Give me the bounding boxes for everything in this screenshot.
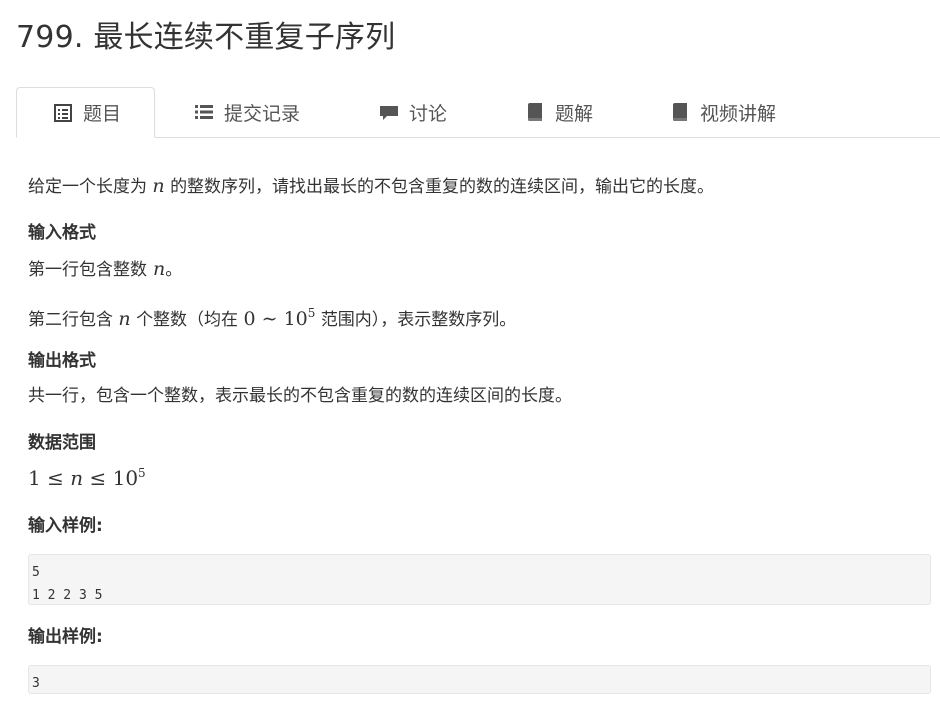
sample-input-code[interactable]: 5 1 2 2 3 5 xyxy=(28,554,931,605)
document-list-icon xyxy=(53,103,73,123)
tab-video[interactable]: 视频讲解 xyxy=(670,87,776,137)
math-var: n xyxy=(152,175,165,197)
input-format-line-2: 第二行包含 n 个整数（均在 0 ∼ 105 范围内），表示整数序列。 xyxy=(28,306,517,330)
tab-solutions[interactable]: 题解 xyxy=(525,87,593,137)
math-var: n xyxy=(153,258,166,280)
sample-input-heading: 输入样例: xyxy=(28,516,103,536)
data-range-formula: 1 ≤ n ≤ 105 xyxy=(28,466,146,490)
tab-label: 讨论 xyxy=(409,102,448,125)
tab-label: 题解 xyxy=(555,102,594,125)
tab-problem[interactable]: 题目 xyxy=(16,87,156,138)
tab-discussion[interactable]: 讨论 xyxy=(379,87,447,137)
list-icon xyxy=(194,102,214,122)
data-range-heading: 数据范围 xyxy=(28,433,96,453)
input-format-heading: 输入格式 xyxy=(28,223,96,243)
book-icon xyxy=(525,102,545,122)
tab-label: 提交记录 xyxy=(224,102,301,125)
output-format-heading: 输出格式 xyxy=(28,351,96,371)
tab-label: 题目 xyxy=(83,103,122,125)
input-format-line-1: 第一行包含整数 n。 xyxy=(28,258,183,280)
tab-submissions[interactable]: 提交记录 xyxy=(194,87,300,137)
math-var: n xyxy=(118,308,131,330)
tab-bar: 题目 提交记录 讨论 题解 视频讲解 xyxy=(16,87,940,138)
book-icon xyxy=(670,102,690,122)
math-range: 0 ∼ 105 xyxy=(243,306,316,330)
problem-description: 给定一个长度为 n 的整数序列，请找出最长的不包含重复的数的连续区间，输出它的长… xyxy=(28,175,715,197)
tab-label: 视频讲解 xyxy=(700,102,777,125)
comment-icon xyxy=(379,102,399,122)
sample-output-code[interactable]: 3 xyxy=(28,665,931,694)
sample-output-heading: 输出样例: xyxy=(28,627,103,647)
page-title: 799. 最长连续不重复子序列 xyxy=(16,20,396,55)
output-format-text: 共一行，包含一个整数，表示最长的不包含重复的数的连续区间的长度。 xyxy=(28,386,572,406)
